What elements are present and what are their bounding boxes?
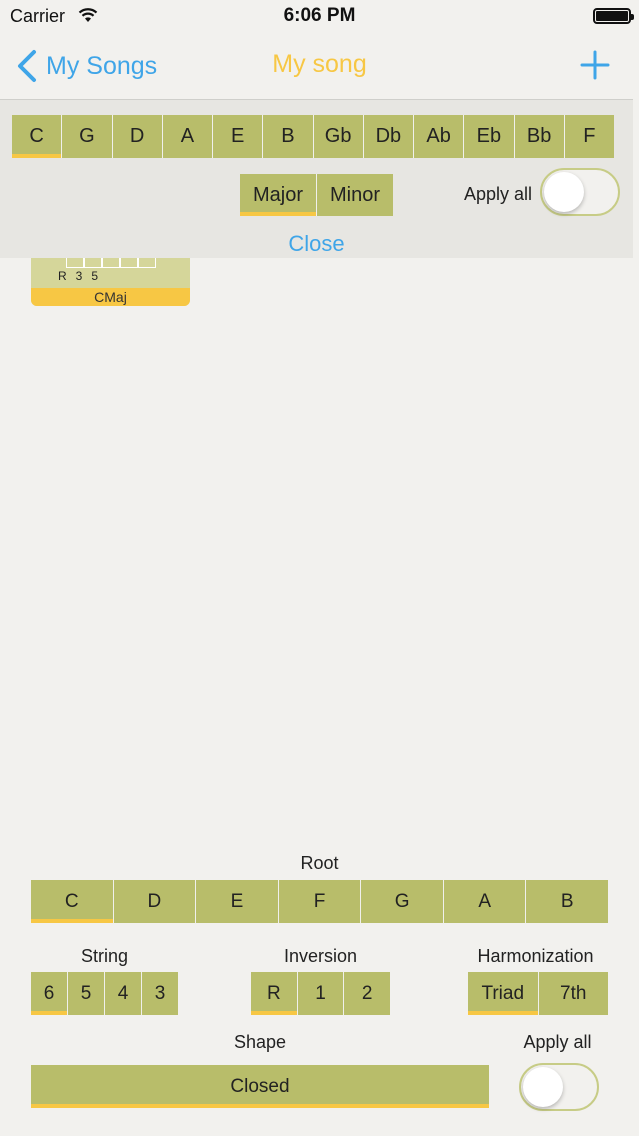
toggle-knob	[523, 1067, 563, 1107]
root-button-f[interactable]: F	[278, 880, 362, 923]
harmonization-selector: Triad 7th	[468, 972, 608, 1015]
string-selector: 6 5 4 3	[31, 972, 178, 1015]
key-button-db[interactable]: Db	[363, 115, 414, 158]
chord-note: 3	[75, 269, 83, 283]
page-title: My song	[272, 50, 367, 78]
key-button-c[interactable]: C	[12, 115, 63, 158]
mode-button-minor[interactable]: Minor	[317, 174, 393, 216]
chord-notes: R 3 5	[58, 269, 98, 283]
shape-selector: Closed	[31, 1065, 489, 1108]
root-button-b[interactable]: B	[526, 880, 609, 923]
harmonization-button-triad[interactable]: Triad	[468, 972, 539, 1015]
string-button-6[interactable]: 6	[31, 972, 68, 1015]
inversion-button-2[interactable]: 2	[344, 972, 391, 1015]
close-button[interactable]: Close	[0, 231, 633, 257]
inversion-button-1[interactable]: 1	[297, 972, 345, 1015]
inversion-button-r[interactable]: R	[251, 972, 298, 1015]
chord-fretboard	[66, 258, 156, 268]
root-label: Root	[300, 853, 339, 873]
battery-icon	[593, 8, 634, 24]
chord-card[interactable]: R 3 5 CMaj	[31, 258, 190, 306]
root-button-e[interactable]: E	[196, 880, 279, 923]
mode-button-major[interactable]: Major	[240, 174, 317, 216]
harmonization-label: Harmonization	[477, 946, 594, 966]
chord-note: R	[58, 269, 67, 283]
apply-all-label: Apply all	[464, 184, 533, 204]
inversion-label: Inversion	[283, 946, 358, 966]
root-button-a[interactable]: A	[443, 880, 527, 923]
string-button-4[interactable]: 4	[105, 972, 142, 1015]
apply-all-toggle-bottom[interactable]	[519, 1063, 599, 1111]
chord-note: 5	[91, 269, 99, 283]
key-button-g[interactable]: G	[62, 115, 113, 158]
apply-all-toggle[interactable]	[540, 168, 620, 216]
root-selector: C D E F G A B	[31, 880, 609, 923]
key-button-d[interactable]: D	[112, 115, 163, 158]
shape-button-closed[interactable]: Closed	[31, 1065, 489, 1108]
inversion-selector: R 1 2	[251, 972, 391, 1015]
chord-name: CMaj	[31, 288, 190, 306]
root-button-d[interactable]: D	[113, 880, 197, 923]
root-button-c[interactable]: C	[31, 880, 114, 923]
shape-label: Shape	[233, 1032, 287, 1052]
mode-selector: Major Minor	[240, 174, 393, 216]
string-button-3[interactable]: 3	[142, 972, 178, 1015]
key-button-b[interactable]: B	[263, 115, 314, 158]
key-button-gb[interactable]: Gb	[313, 115, 364, 158]
key-button-bb[interactable]: Bb	[514, 115, 565, 158]
key-button-ab[interactable]: Ab	[414, 115, 465, 158]
key-button-f[interactable]: F	[564, 115, 614, 158]
status-time: 6:06 PM	[283, 5, 356, 26]
key-button-eb[interactable]: Eb	[464, 115, 515, 158]
key-button-e[interactable]: E	[213, 115, 264, 158]
apply-all-label-bottom: Apply all	[523, 1032, 592, 1052]
string-label: String	[80, 946, 129, 966]
harmonization-button-7th[interactable]: 7th	[538, 972, 608, 1015]
toggle-knob	[544, 172, 584, 212]
plus-icon[interactable]	[578, 48, 612, 82]
key-picker-panel: C G D A E B Gb Db Ab Eb Bb F Major Minor…	[0, 99, 633, 258]
key-selector: C G D A E B Gb Db Ab Eb Bb F	[12, 115, 614, 158]
key-button-a[interactable]: A	[162, 115, 213, 158]
string-button-5[interactable]: 5	[68, 972, 105, 1015]
root-button-g[interactable]: G	[361, 880, 444, 923]
